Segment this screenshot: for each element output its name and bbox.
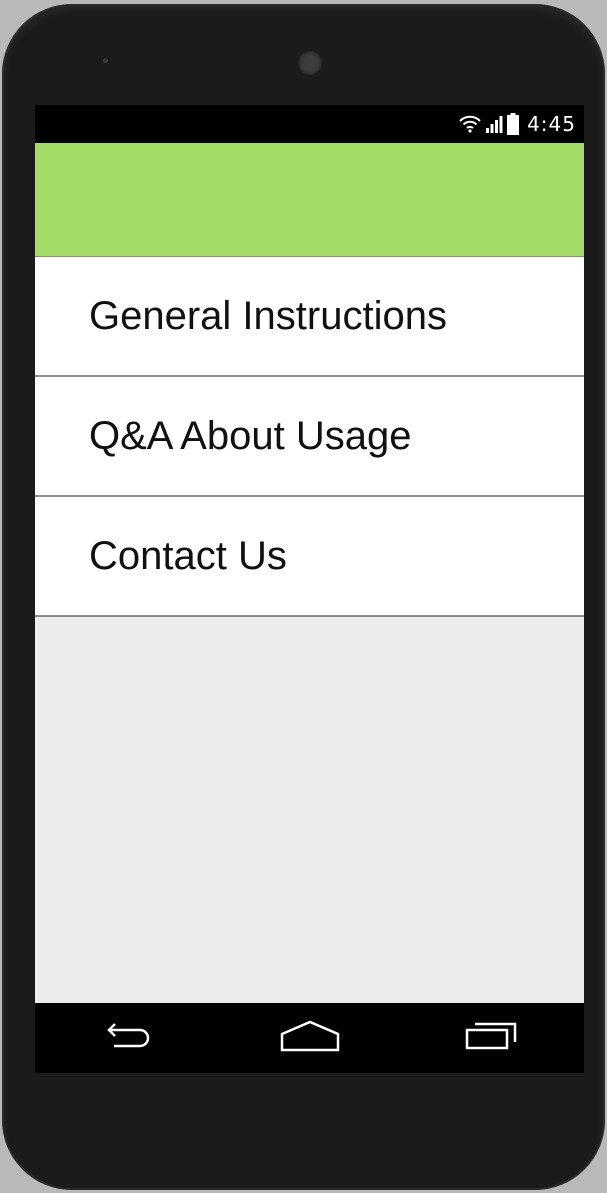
status-icons: 4:45	[459, 111, 576, 137]
recent-apps-icon	[463, 1020, 523, 1056]
phone-frame: 4:45 General Instructions Q&A About Usag…	[2, 4, 605, 1190]
menu-item-label: General Instructions	[89, 293, 447, 338]
navigation-bar	[35, 1003, 584, 1073]
menu-item-label: Contact Us	[89, 533, 287, 578]
menu-list: General Instructions Q&A About Usage Con…	[35, 257, 584, 617]
back-icon	[100, 1021, 154, 1055]
menu-item-label: Q&A About Usage	[89, 413, 412, 458]
back-button[interactable]	[87, 1013, 167, 1063]
proximity-sensor	[103, 58, 108, 63]
front-camera	[298, 51, 322, 75]
app-bar	[35, 143, 584, 257]
signal-icon	[485, 115, 503, 133]
status-bar: 4:45	[35, 105, 584, 143]
home-icon	[280, 1020, 340, 1056]
wifi-icon	[459, 115, 481, 133]
recent-apps-button[interactable]	[453, 1013, 533, 1063]
menu-item-contact-us[interactable]: Contact Us	[35, 497, 584, 617]
menu-item-general-instructions[interactable]: General Instructions	[35, 257, 584, 377]
status-clock: 4:45	[527, 112, 576, 136]
home-button[interactable]	[270, 1013, 350, 1063]
battery-icon	[507, 113, 520, 135]
screen: 4:45 General Instructions Q&A About Usag…	[35, 105, 584, 1073]
menu-item-qa-about-usage[interactable]: Q&A About Usage	[35, 377, 584, 497]
